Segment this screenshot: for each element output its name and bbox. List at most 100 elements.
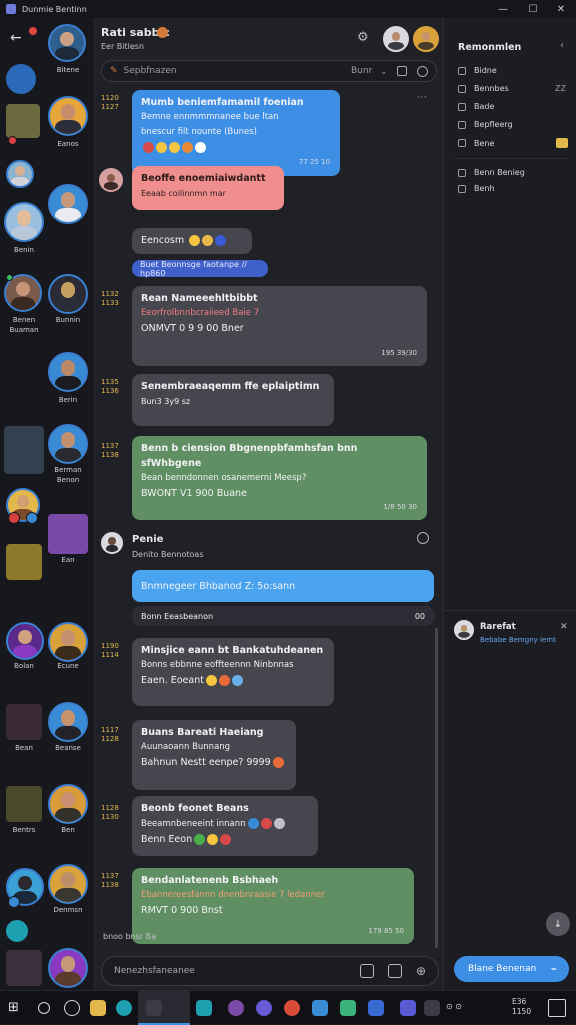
- panel-item[interactable]: Benn Benieg: [458, 168, 525, 177]
- avatar[interactable]: [6, 160, 34, 188]
- browser-icon[interactable]: [116, 1000, 132, 1016]
- app-icon[interactable]: [228, 1000, 244, 1016]
- message-time: 1120 1127: [101, 94, 119, 111]
- avatar[interactable]: [48, 96, 88, 136]
- status-dot: [26, 512, 38, 524]
- collapse-icon[interactable]: ‹: [560, 40, 564, 51]
- panel-item[interactable]: Benh: [458, 184, 495, 193]
- message-line: Bendanlatenenb Bsbhaeh: [141, 875, 279, 886]
- clock[interactable]: E36 1150: [512, 997, 531, 1017]
- avatar[interactable]: [6, 544, 42, 580]
- app-icon[interactable]: [196, 1000, 212, 1016]
- bot-icon[interactable]: [6, 920, 28, 942]
- avatar[interactable]: [383, 26, 409, 52]
- chrome-icon[interactable]: [284, 1000, 300, 1016]
- message-bubble[interactable]: Minsjice eann bt Bankatuhdeanen Bonns eb…: [132, 638, 334, 706]
- app-icon[interactable]: [312, 1000, 328, 1016]
- panel-item[interactable]: Bade: [458, 102, 494, 111]
- gear-icon[interactable]: ⚙: [357, 30, 369, 45]
- app-icon[interactable]: [146, 1000, 162, 1016]
- close-button[interactable]: ✕: [546, 0, 576, 18]
- send-label: Blane Benenan: [468, 964, 537, 974]
- chat-area: Rati sabbic Eer Bitlesn ⚙ ✎ Sepbfnazen B…: [95, 18, 443, 990]
- attach-icon[interactable]: [359, 964, 374, 978]
- avatar[interactable]: [48, 622, 88, 662]
- maximize-button[interactable]: ☐: [518, 0, 548, 18]
- back-arrow-icon[interactable]: ←: [10, 30, 22, 46]
- panel-item[interactable]: Bene: [458, 138, 568, 148]
- avatar[interactable]: [48, 24, 86, 62]
- message-bubble[interactable]: Buans Bareati Haeiang Auunaoann Bunnang …: [132, 720, 296, 790]
- avatar[interactable]: [6, 704, 42, 740]
- app-icon[interactable]: [400, 1000, 416, 1016]
- search-icon[interactable]: [38, 1002, 50, 1014]
- image-icon[interactable]: [387, 964, 402, 978]
- message-line: Auunaoann Bunnang: [141, 742, 231, 752]
- avatar[interactable]: [99, 168, 123, 192]
- avatar[interactable]: [48, 702, 88, 742]
- panel-item[interactable]: Bennbes ZZ: [458, 84, 566, 93]
- avatar[interactable]: [101, 532, 123, 554]
- message-bubble[interactable]: Eencosm: [132, 228, 252, 254]
- close-icon[interactable]: ✕: [560, 622, 568, 632]
- avatar[interactable]: [48, 352, 88, 392]
- reply-bar[interactable]: Bonn Eeasbeanon 00: [132, 606, 434, 626]
- avatar[interactable]: [4, 202, 44, 242]
- message-bubble[interactable]: Bnmnegeer Bhbanod Z: 5o:sann: [132, 570, 434, 602]
- message-time: 1137 1138: [101, 442, 119, 459]
- calendar-icon[interactable]: [397, 66, 407, 76]
- contact-name: Benin: [14, 246, 34, 254]
- message-menu-icon[interactable]: ⋯: [417, 92, 427, 103]
- avatar[interactable]: [48, 424, 88, 464]
- avatar[interactable]: [48, 864, 88, 904]
- message-bubble[interactable]: Bendanlatenenb Bsbhaeh Ebannereesfannn d…: [132, 868, 414, 944]
- windows-start-icon[interactable]: ⊞: [8, 1000, 24, 1016]
- message-bubble[interactable]: Senembraeaqemm ffe eplaiptimn Bun3 3y9 s…: [132, 374, 334, 426]
- chat-icon[interactable]: [64, 1000, 80, 1016]
- panel-item[interactable]: Bidne: [458, 66, 497, 75]
- avatar[interactable]: [454, 620, 474, 640]
- send-button[interactable]: Blane Benenan ⌁: [454, 956, 569, 982]
- avatar[interactable]: [6, 950, 42, 986]
- avatar[interactable]: [48, 948, 88, 988]
- app-icon[interactable]: [340, 1000, 356, 1016]
- scrollbar[interactable]: [435, 628, 438, 948]
- avatar[interactable]: [413, 26, 439, 52]
- avatar[interactable]: [6, 104, 40, 138]
- globe-icon[interactable]: [6, 64, 36, 94]
- search-bar[interactable]: ✎ Sepbfnazen Bunr ⌄: [101, 60, 437, 82]
- app-icon[interactable]: [368, 1000, 384, 1016]
- clock-icon[interactable]: [417, 532, 429, 544]
- search-input[interactable]: Sepbfnazen: [124, 66, 351, 76]
- message-line: Buans Bareati Haeiang: [141, 727, 264, 738]
- message-composer[interactable]: Nenezhsfaneanee ⊕: [101, 956, 439, 986]
- notification-icon[interactable]: [548, 999, 566, 1017]
- scroll-down-button[interactable]: ↓: [546, 912, 570, 936]
- avatar[interactable]: [4, 426, 44, 474]
- avatar[interactable]: [48, 184, 88, 224]
- minimize-button[interactable]: —: [488, 0, 518, 18]
- avatar[interactable]: [48, 274, 88, 314]
- avatar[interactable]: [48, 784, 88, 824]
- avatar[interactable]: [48, 514, 88, 554]
- more-icon[interactable]: [417, 65, 428, 77]
- avatar[interactable]: [6, 622, 44, 660]
- message-bubble[interactable]: Beonb feonet Beans Beeamnbeneeint innann…: [132, 796, 318, 856]
- app-icon[interactable]: [256, 1000, 272, 1016]
- sticker-icon[interactable]: ⊕: [416, 964, 426, 978]
- app-icon[interactable]: [424, 1000, 440, 1016]
- message-input[interactable]: Nenezhsfaneanee: [114, 966, 360, 976]
- message-line: bnescur filt nounte (Bunes): [141, 127, 257, 137]
- chevron-down-icon[interactable]: ⌄: [380, 67, 387, 76]
- contact-name: Bentrs: [12, 826, 36, 834]
- avatar[interactable]: [6, 786, 42, 822]
- message-bubble[interactable]: Benn b ciension Bbgnenpbfamhsfan bnn sfW…: [132, 436, 427, 520]
- message-bubble[interactable]: Rean Nameeehltbibbt Eeorfrolbnnbcraiieed…: [132, 286, 427, 366]
- tag-chip[interactable]: Buet Beonnsge faotanpe // hp860: [132, 260, 268, 278]
- panel-item[interactable]: Bepfleerg: [458, 120, 513, 129]
- contact-name: Benen: [12, 316, 36, 324]
- message-bubble[interactable]: Beoffe enoemiaiwdantt Eeaab coilinnmn ma…: [132, 166, 284, 210]
- folder-icon[interactable]: [90, 1000, 106, 1016]
- search-filter[interactable]: Bunr: [351, 66, 372, 76]
- message-bubble[interactable]: Mumb beniemfamamil foenian Bemne ennmmmn…: [132, 90, 340, 176]
